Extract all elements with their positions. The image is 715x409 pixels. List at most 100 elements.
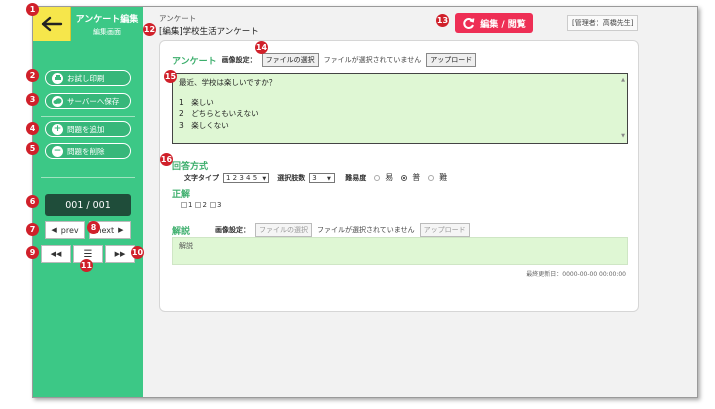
correct-1-label: 1 [188, 201, 193, 209]
difficulty-easy-label: 易 [385, 173, 394, 182]
difficulty-label: 難易度 [345, 173, 367, 182]
annotation-badge-2: 2 [26, 69, 39, 82]
print-preview-label: お試し印刷 [67, 73, 105, 83]
explanation-placeholder: 解説 [179, 242, 193, 250]
back-button[interactable] [33, 7, 71, 41]
add-question-label: 問題を追加 [67, 124, 105, 134]
chevron-down-icon: ▼ [262, 175, 267, 182]
prev-button[interactable]: ◀ prev [45, 221, 85, 239]
annotation-badge-8: 8 [87, 221, 100, 234]
edit-view-label: 編集 / 閲覧 [480, 19, 526, 30]
option-line-1: 1 楽しい [179, 97, 214, 107]
delete-question-button[interactable]: − 問題を削除 [45, 143, 131, 159]
correct-1-checkbox[interactable] [181, 202, 187, 208]
annotation-badge-15: 15 [164, 70, 177, 83]
question-upload-button[interactable]: アップロード [426, 53, 477, 67]
delete-question-label: 問題を削除 [67, 146, 105, 156]
breadcrumb: アンケート [159, 14, 197, 23]
textarea-scrollbar[interactable]: ▲ [621, 77, 625, 85]
answer-format-heading: 回答方式 [172, 162, 209, 172]
annotation-badge-5: 5 [26, 142, 39, 155]
minus-icon: − [52, 145, 63, 157]
textarea-scrollbar-down[interactable]: ▼ [621, 133, 625, 141]
plus-icon: + [52, 123, 63, 135]
editor-title-main: アンケート編集 [75, 15, 139, 25]
image-setting-label: 画像設定： [221, 56, 257, 64]
difficulty-normal-label: 普 [412, 173, 421, 182]
print-preview-button[interactable]: お試し印刷 [45, 70, 131, 86]
question-heading: アンケート [172, 56, 217, 67]
save-to-server-button[interactable]: サーバーへ保存 [45, 93, 131, 109]
admin-label: [管理者：高橋先生] [567, 15, 639, 31]
page-title: [編集]学校生活アンケート [159, 27, 259, 37]
text-type-value: 1 2 3 4 5 [226, 173, 258, 182]
first-page-button[interactable]: ◀◀ [41, 245, 71, 263]
add-question-button[interactable]: + 問題を追加 [45, 121, 131, 137]
annotation-badge-9: 9 [26, 246, 39, 259]
correct-2-label: 2 [202, 201, 207, 209]
annotation-badge-12: 12 [143, 23, 156, 36]
explanation-heading: 解説 [172, 226, 191, 237]
question-file-select-button[interactable]: ファイルの選択 [261, 53, 319, 67]
answer-settings-row: 文字タイプ 1 2 3 4 5 ▼ 選択肢数 3 ▼ 難易度 易 普 難 [184, 172, 447, 183]
correct-2-checkbox[interactable] [195, 202, 202, 208]
annotation-badge-4: 4 [26, 122, 39, 135]
chevron-down-icon: ▼ [326, 175, 331, 182]
sidebar-divider [41, 116, 135, 117]
annotation-badge-16: 16 [160, 153, 173, 166]
explanation-header-row: 解説 画像設定： ファイルの選択 ファイルが選択されていません アップロード [172, 223, 470, 237]
correct-3-label: 3 [216, 201, 222, 209]
page-counter: 001 / 001 [45, 194, 131, 216]
question-text-line: 最近、学校は楽しいですか？ [179, 78, 277, 87]
choice-count-label: 選択肢数 [277, 173, 306, 182]
arrow-left-icon [41, 16, 63, 32]
text-type-select[interactable]: 1 2 3 4 5 ▼ [223, 172, 270, 183]
annotation-badge-11: 11 [80, 259, 93, 272]
correct-answer-heading: 正解 [172, 190, 191, 200]
question-card: アンケート 画像設定： ファイルの選択 ファイルが選択されていません アップロー… [159, 40, 639, 312]
question-textarea[interactable]: 最近、学校は楽しいですか？ 1 楽しい 2 どちらともいえない 3 楽しくない … [172, 73, 628, 144]
editor-title: アンケート編集 編集画面 [71, 7, 143, 41]
list-icon: ☰ [83, 248, 93, 260]
caret-left-icon: ◀ [51, 226, 57, 234]
text-type-label: 文字タイプ [184, 173, 219, 182]
double-left-icon: ◀◀ [50, 250, 62, 258]
difficulty-easy-radio[interactable] [374, 174, 381, 181]
explanation-file-note: ファイルが選択されていません [317, 226, 415, 234]
editor-title-sub: 編集画面 [93, 28, 121, 36]
edit-view-toggle-button[interactable]: 編集 / 閲覧 [455, 13, 533, 33]
explanation-file-select-button[interactable]: ファイルの選択 [255, 223, 313, 237]
question-file-note: ファイルが選択されていません [323, 56, 422, 64]
annotation-badge-7: 7 [26, 223, 39, 236]
option-line-3: 3 楽しくない [179, 120, 229, 130]
sidebar: アンケート編集 編集画面 お試し印刷 サーバーへ保存 + 問題を追加 − 問題を… [33, 7, 143, 397]
correct-answer-row: 1 2 3 [178, 201, 221, 209]
correct-3-checkbox[interactable] [209, 202, 216, 208]
annotation-badge-14: 14 [255, 41, 268, 54]
sidebar-divider [41, 177, 135, 178]
last-updated-text: 最終更新日：0000-00-00 00:00:00 [526, 271, 626, 278]
explanation-image-label: 画像設定： [215, 226, 251, 234]
option-line-2: 2 どちらともいえない [179, 109, 259, 119]
annotation-badge-13: 13 [436, 14, 449, 27]
app-window: アンケート編集 編集画面 お試し印刷 サーバーへ保存 + 問題を追加 − 問題を… [32, 6, 698, 398]
save-to-server-label: サーバーへ保存 [67, 96, 120, 106]
caret-right-icon: ▶ [118, 226, 124, 234]
refresh-icon [463, 17, 475, 29]
choice-count-select[interactable]: 3 ▼ [309, 172, 336, 183]
annotation-badge-3: 3 [26, 93, 39, 106]
annotation-badge-1: 1 [26, 3, 39, 16]
difficulty-hard-radio[interactable] [428, 174, 435, 181]
double-right-icon: ▶▶ [114, 250, 126, 258]
annotation-badge-6: 6 [26, 195, 39, 208]
explanation-upload-button[interactable]: アップロード [419, 223, 470, 237]
printer-icon [52, 72, 63, 84]
difficulty-hard-label: 難 [439, 173, 448, 182]
question-header-row: アンケート 画像設定： ファイルの選択 ファイルが選択されていません アップロー… [172, 53, 477, 67]
difficulty-normal-radio[interactable] [401, 174, 408, 181]
choice-count-value: 3 [312, 173, 317, 182]
annotation-badge-10: 10 [131, 246, 144, 259]
explanation-textarea[interactable]: 解説 [172, 237, 628, 265]
cloud-icon [52, 95, 63, 107]
prev-label: prev [60, 225, 79, 235]
